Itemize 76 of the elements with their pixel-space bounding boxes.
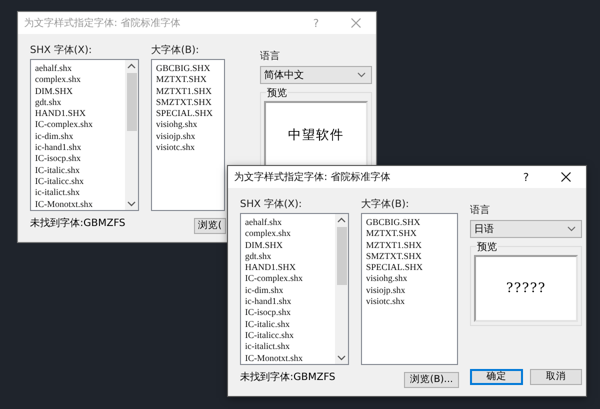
scrollbar[interactable] (335, 214, 348, 364)
list-item[interactable]: MZTXT1.SHX (366, 240, 457, 251)
preview-text: ????? (506, 281, 546, 296)
list-item[interactable]: visiotc.shx (366, 296, 457, 308)
list-item[interactable]: aehalf.shx (35, 63, 125, 74)
list-item[interactable]: IC-Monotxt.shx (35, 198, 125, 210)
list-item[interactable]: SPECIAL.SHX (366, 262, 457, 274)
list-item[interactable]: gdt.shx (245, 250, 335, 262)
browse-button[interactable]: 浏览(B)... (404, 372, 459, 388)
list-item[interactable]: complex.shx (35, 74, 125, 86)
list-item[interactable]: IC-isocp.shx (245, 307, 335, 319)
list-item[interactable]: visiohg.shx (156, 119, 224, 131)
field-label: SHX 字体(X): (240, 198, 303, 212)
font-list[interactable]: aehalf.shx complex.shx DIM.SHX gdt.shx HAND1.SHX IC-complex.shx ic-dim.shx ic-hand1.shx IC-isocp.shx IC-italic.shx IC-italicc.shx ic-italict.shx IC-Monotxt.shx (30, 59, 139, 211)
group-label: 预览 (266, 86, 288, 100)
chevron-down-icon[interactable] (357, 72, 366, 78)
language-dropdown[interactable]: 日语 (470, 220, 582, 238)
group-label: 预览 (476, 240, 498, 254)
help-button[interactable]: ? (506, 166, 546, 188)
list-item[interactable]: MZTXT.SHX (366, 228, 457, 240)
list-item[interactable]: ic-hand1.shx (35, 142, 125, 154)
list-item[interactable]: SMZTXT.SHX (366, 250, 457, 262)
list-item[interactable]: ic-hand1.shx (245, 296, 335, 308)
list-item[interactable]: ic-italict.shx (245, 341, 335, 353)
dropdown-value: 简体中文 (264, 68, 304, 82)
list-item[interactable]: complex.shx (245, 228, 335, 240)
list-item[interactable]: IC-italic.shx (35, 164, 125, 176)
list-item[interactable]: GBCBIG.SHX (156, 63, 224, 74)
chevron-down-icon[interactable] (567, 226, 576, 232)
field-label: SHX 字体(X): (30, 44, 93, 58)
list-item[interactable]: IC-Monotxt.shx (245, 352, 335, 364)
field-label: 大字体(B): (361, 198, 410, 212)
list-item[interactable]: ic-dim.shx (35, 130, 125, 142)
list-item[interactable]: IC-isocp.shx (35, 153, 125, 165)
list-item[interactable]: IC-italicc.shx (245, 330, 335, 342)
list-item[interactable]: HAND1.SHX (35, 108, 125, 120)
list-item[interactable]: IC-italic.shx (245, 318, 335, 330)
list-item[interactable]: MZTXT1.SHX (156, 86, 224, 97)
list-item[interactable]: MZTXT.SHX (156, 74, 224, 86)
scrollbar[interactable] (125, 60, 138, 210)
status-text: 未找到字体:GBMZFS (240, 370, 336, 384)
list-item[interactable]: SPECIAL.SHX (156, 108, 224, 120)
window-title: 为文字样式指定字体: 省院标准字体 (234, 170, 392, 184)
browse-button[interactable]: 浏览( (194, 218, 226, 234)
status-text: 未找到字体:GBMZFS (30, 216, 126, 230)
font-list[interactable]: GBCBIG.SHX MZTXT.SHX MZTXT1.SHX SMZTXT.SHX SPECIAL.SHX visiohg.shx visiojp.shx visiotc.shx (361, 213, 458, 365)
list-item[interactable]: visiotc.shx (156, 142, 224, 154)
list-item[interactable]: visiojp.shx (156, 130, 224, 142)
list-item[interactable]: ic-italict.shx (35, 187, 125, 199)
close-icon[interactable] (561, 172, 571, 182)
field-label: 语言 (260, 50, 281, 63)
list-item[interactable]: IC-complex.shx (35, 119, 125, 131)
list-item[interactable]: GBCBIG.SHX (366, 217, 457, 228)
preview-text: 中望软件 (288, 126, 344, 144)
font-list[interactable]: GBCBIG.SHX MZTXT.SHX MZTXT1.SHX SMZTXT.SHX SPECIAL.SHX visiohg.shx visiojp.shx visiotc.shx (151, 59, 225, 211)
dialog-button[interactable]: 取消 (530, 369, 582, 385)
list-item[interactable]: ic-dim.shx (245, 284, 335, 296)
window-title: 为文字样式指定字体: 省院标准字体 (24, 16, 182, 30)
scroll-thumb[interactable] (126, 73, 136, 131)
list-item[interactable]: visiojp.shx (366, 284, 457, 296)
language-dropdown[interactable]: 简体中文 (260, 66, 372, 84)
field-label: 大字体(B): (151, 44, 200, 58)
field-label: 语言 (470, 204, 491, 217)
list-item[interactable]: DIM.SHX (35, 86, 125, 97)
list-item[interactable]: aehalf.shx (245, 217, 335, 228)
list-item[interactable]: visiohg.shx (366, 273, 457, 285)
list-item[interactable]: IC-complex.shx (245, 273, 335, 285)
list-item[interactable]: gdt.shx (35, 96, 125, 108)
list-item[interactable]: SMZTXT.SHX (156, 96, 224, 108)
list-item[interactable]: DIM.SHX (245, 240, 335, 251)
dropdown-value: 日语 (474, 223, 494, 236)
list-item[interactable]: IC-italicc.shx (35, 176, 125, 188)
dialog-button[interactable]: 确定 (470, 369, 522, 385)
scroll-thumb[interactable] (336, 227, 346, 285)
font-list[interactable]: aehalf.shx complex.shx DIM.SHX gdt.shx HAND1.SHX IC-complex.shx ic-dim.shx ic-hand1.shx IC-isocp.shx IC-italic.shx IC-italicc.shx ic-italict.shx IC-Monotxt.shx (240, 213, 349, 365)
list-item[interactable]: HAND1.SHX (245, 262, 335, 274)
